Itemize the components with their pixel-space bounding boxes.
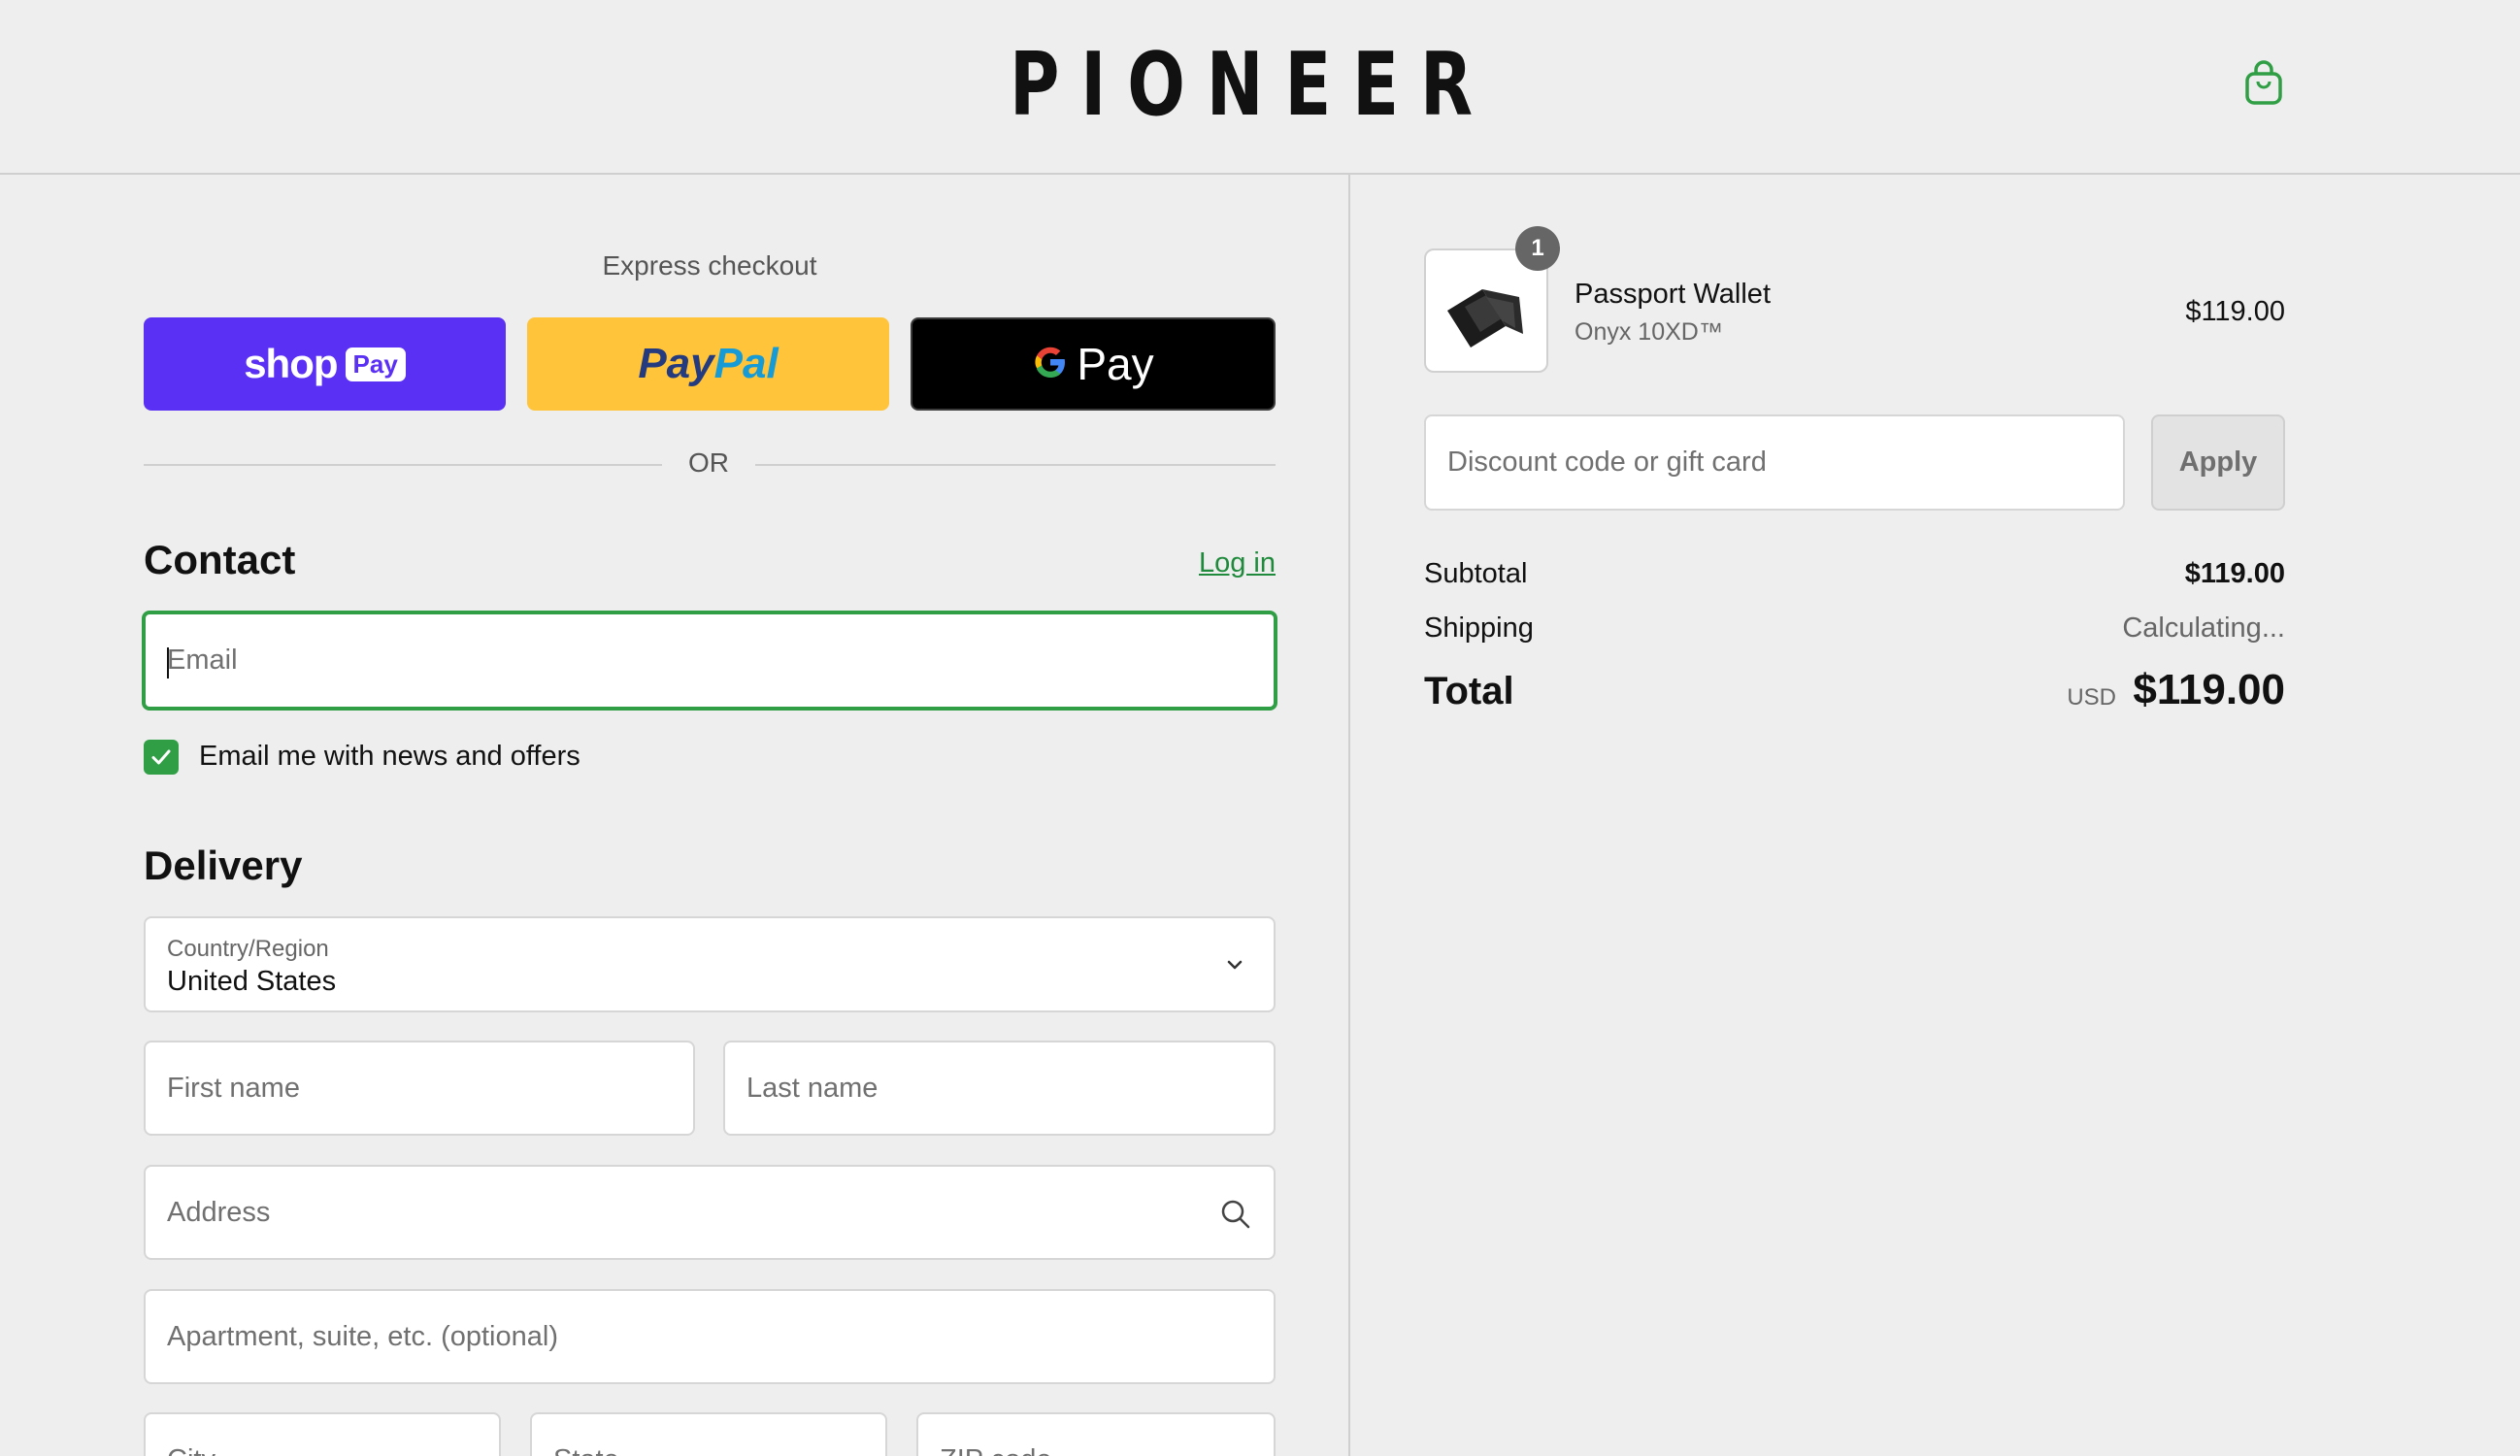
brand-logo[interactable]: PIONEER xyxy=(1010,37,1473,134)
product-name: Passport Wallet xyxy=(1575,279,1771,310)
shipping-label: Shipping xyxy=(1424,612,1534,644)
subtotal-value: $119.00 xyxy=(2184,558,2285,589)
apartment-input[interactable] xyxy=(146,1291,1274,1382)
delivery-title: Delivery xyxy=(144,843,303,888)
city-field[interactable] xyxy=(144,1412,501,1456)
last-name-field[interactable] xyxy=(723,1041,1276,1136)
news-offers-checkbox[interactable] xyxy=(144,740,179,775)
paypal-logo-part2: Pal xyxy=(713,340,779,387)
paypal-logo-part1: Pay xyxy=(638,340,714,387)
google-pay-button[interactable]: Pay xyxy=(911,317,1276,411)
city-input[interactable] xyxy=(146,1414,499,1456)
country-label: Country/Region xyxy=(167,936,329,962)
or-label: OR xyxy=(688,447,729,478)
column-divider xyxy=(1348,175,1350,1456)
shop-pay-tag: Pay xyxy=(345,347,406,381)
email-input[interactable] xyxy=(146,614,1274,707)
news-offers-label: Email me with news and offers xyxy=(199,741,580,772)
email-field[interactable] xyxy=(142,611,1277,711)
shop-pay-word: shop xyxy=(244,341,338,386)
product-variant: Onyx 10XD™ xyxy=(1575,318,1723,346)
or-divider-left xyxy=(144,464,662,466)
state-field[interactable] xyxy=(530,1412,887,1456)
country-value: United States xyxy=(167,966,337,997)
paypal-button[interactable]: Pay Pal xyxy=(527,317,889,411)
contact-title: Contact xyxy=(144,537,296,582)
log-in-link[interactable]: Log in xyxy=(1184,547,1276,579)
shipping-value: Calculating... xyxy=(2122,612,2285,644)
google-g-icon xyxy=(1032,344,1069,385)
state-input[interactable] xyxy=(532,1414,885,1456)
total-label: Total xyxy=(1424,670,1514,712)
zip-field[interactable] xyxy=(916,1412,1276,1456)
address-field[interactable] xyxy=(144,1165,1276,1260)
shopping-bag-icon[interactable] xyxy=(2242,60,2285,107)
quantity-badge: 1 xyxy=(1515,226,1560,271)
header: PIONEER xyxy=(0,0,2520,175)
first-name-input[interactable] xyxy=(146,1042,693,1134)
google-pay-label: Pay xyxy=(1077,339,1154,389)
apartment-field[interactable] xyxy=(144,1289,1276,1384)
checkout-page: PIONEER Express checkout shop Pay Pay Pal… xyxy=(0,0,2520,1456)
product-price: $119.00 xyxy=(2185,296,2285,327)
express-checkout-title: Express checkout xyxy=(602,250,817,281)
shop-pay-button[interactable]: shop Pay xyxy=(144,317,506,411)
address-input[interactable] xyxy=(146,1167,1274,1258)
zip-input[interactable] xyxy=(918,1414,1274,1456)
chevron-down-icon xyxy=(1227,960,1243,970)
total-value: $119.00 xyxy=(2133,666,2285,713)
total-currency: USD xyxy=(2067,684,2116,711)
country-select[interactable]: Country/Region United States xyxy=(144,916,1276,1012)
or-divider-right xyxy=(755,464,1276,466)
last-name-input[interactable] xyxy=(725,1042,1274,1134)
apply-button[interactable]: Apply xyxy=(2151,414,2285,511)
discount-input[interactable] xyxy=(1426,416,2123,509)
checkmark-icon xyxy=(151,749,171,765)
discount-field[interactable] xyxy=(1424,414,2125,511)
subtotal-label: Subtotal xyxy=(1424,558,1528,589)
first-name-field[interactable] xyxy=(144,1041,695,1136)
search-icon[interactable] xyxy=(1219,1198,1252,1231)
